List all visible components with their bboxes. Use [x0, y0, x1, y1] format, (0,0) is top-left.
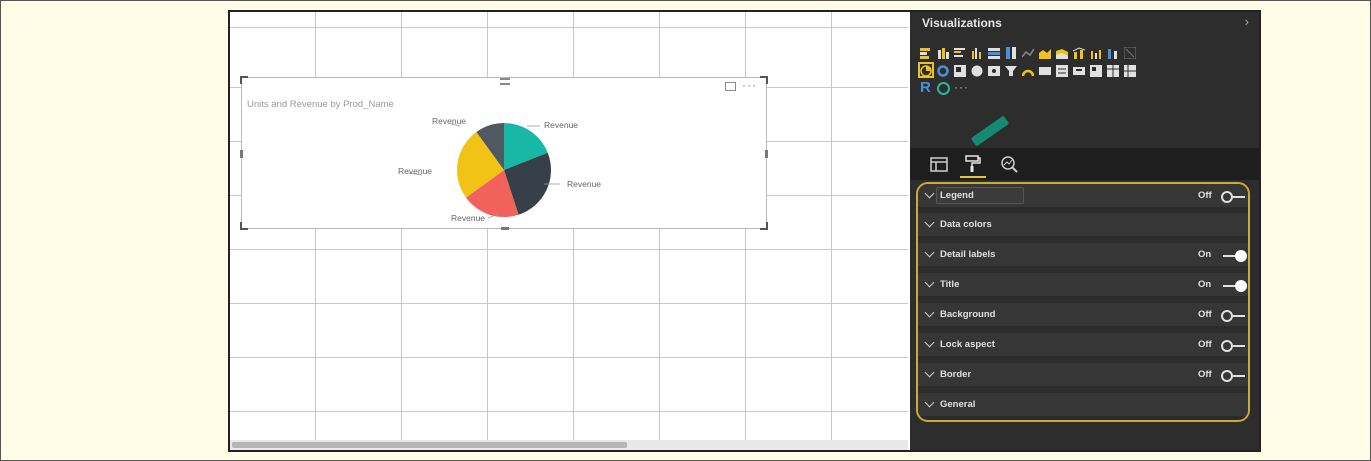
map-icon[interactable] [971, 64, 983, 77]
prop-state: On [1198, 279, 1212, 290]
more-visuals-icon[interactable]: ··· [954, 80, 969, 94]
pen-decoration-icon [970, 115, 1010, 147]
chevron-down-icon[interactable] [924, 307, 935, 318]
chevron-down-icon[interactable] [924, 337, 935, 348]
100-bar-chart-icon[interactable] [988, 46, 1000, 59]
stacked-bar-chart-icon[interactable] [920, 46, 932, 59]
prop-label: Title [940, 279, 960, 290]
prop-border[interactable]: Border Off [918, 363, 1248, 389]
fields-icon [930, 157, 948, 172]
pie-chart: Revenue Revenue Revenue Revenue Revenue [398, 116, 601, 223]
prop-title[interactable]: Title On [918, 273, 1248, 299]
prop-label: Data colors [940, 219, 992, 230]
pie-label: Revenue [432, 116, 466, 126]
magnifier-chart-icon [1001, 156, 1018, 173]
horizontal-scrollbar[interactable] [230, 440, 908, 450]
funnel-icon[interactable] [1005, 64, 1017, 76]
clustered-bar-chart-icon[interactable] [954, 46, 966, 58]
100-column-chart-icon[interactable] [1005, 46, 1017, 59]
prop-label: Border [940, 369, 972, 380]
prop-state: Off [1198, 309, 1212, 320]
pie-chart-visual[interactable]: Units and Revenue by Prod_Name ··· Reven… [240, 76, 768, 230]
prop-data-colors[interactable]: Data colors [918, 213, 1248, 239]
kpi-icon[interactable] [1073, 64, 1085, 76]
prop-state: Off [1198, 190, 1212, 201]
prop-label: General [940, 399, 976, 410]
chevron-down-icon[interactable] [924, 247, 935, 258]
prop-state: Off [1198, 369, 1212, 380]
prop-label: Background [940, 309, 996, 320]
pie-label: Revenue [451, 213, 485, 223]
powerbi-app: Units and Revenue by Prod_Name ··· Reven… [228, 10, 1261, 452]
stacked-area-chart-icon[interactable] [1056, 46, 1068, 59]
area-chart-icon[interactable] [1039, 46, 1051, 59]
line-chart-icon[interactable] [1021, 46, 1035, 58]
prop-label: Lock aspect [940, 339, 995, 350]
pane-title: Visualizations [922, 16, 1002, 30]
r-script-visual-icon[interactable]: R [920, 79, 931, 96]
format-properties-list: Legend Off Data colors Detail labels On … [916, 182, 1250, 422]
prop-state: On [1198, 249, 1212, 260]
pie-label: Revenue [544, 120, 578, 130]
prop-background[interactable]: Background Off [918, 303, 1248, 329]
prop-detail-labels[interactable]: Detail labels On [918, 243, 1248, 269]
arcgis-map-icon[interactable] [937, 82, 950, 95]
chevron-down-icon[interactable] [924, 188, 935, 199]
report-canvas[interactable]: Units and Revenue by Prod_Name ··· Reven… [230, 12, 908, 450]
pie-label: Revenue [567, 179, 601, 189]
tab-analytics[interactable] [996, 152, 1022, 178]
prop-label: Legend [940, 190, 974, 201]
tab-format[interactable] [960, 152, 986, 178]
card-icon[interactable] [1039, 64, 1051, 76]
prop-label: Detail labels [940, 249, 996, 260]
prop-state: Off [1198, 339, 1212, 350]
chevron-down-icon[interactable] [924, 277, 935, 288]
title-toggle[interactable] [1221, 279, 1248, 292]
matrix-icon[interactable] [1124, 64, 1136, 77]
visualizations-pane: Visualizations › R ··· Legend Off Data c… [910, 12, 1259, 450]
collapse-pane-icon[interactable]: › [1245, 14, 1249, 29]
waterfall-chart-icon[interactable] [1123, 46, 1137, 60]
line-column-chart-icon[interactable] [1072, 46, 1086, 59]
legend-toggle[interactable] [1221, 190, 1248, 203]
multi-row-card-icon[interactable] [1056, 64, 1068, 77]
treemap-icon[interactable] [954, 64, 966, 77]
pie-label: Revenue [398, 166, 432, 176]
prop-legend[interactable]: Legend Off [918, 184, 1248, 210]
prop-lock-aspect[interactable]: Lock aspect Off [918, 333, 1248, 359]
table-icon[interactable] [1107, 64, 1119, 77]
chevron-down-icon[interactable] [924, 397, 935, 408]
border-toggle[interactable] [1221, 369, 1248, 382]
detail-labels-toggle[interactable] [1221, 249, 1248, 262]
line-clustered-column-chart-icon[interactable] [1090, 46, 1102, 59]
ribbon-chart-icon[interactable] [1107, 46, 1119, 59]
pie-chart-icon[interactable] [918, 62, 934, 78]
chevron-down-icon[interactable] [924, 367, 935, 378]
slicer-icon[interactable] [1090, 64, 1102, 77]
scrollbar-thumb[interactable] [232, 442, 627, 448]
stacked-column-chart-icon[interactable] [937, 46, 949, 59]
paint-roller-icon [965, 155, 981, 172]
chevron-down-icon[interactable] [924, 217, 935, 228]
donut-chart-icon[interactable] [937, 64, 949, 77]
gauge-icon[interactable] [1021, 64, 1035, 77]
prop-general[interactable]: General [918, 393, 1248, 419]
lock-aspect-toggle[interactable] [1221, 339, 1248, 352]
pane-tabs [910, 148, 1259, 180]
clustered-column-chart-icon[interactable] [971, 46, 983, 59]
background-toggle[interactable] [1221, 309, 1248, 322]
tab-fields[interactable] [926, 152, 952, 178]
filled-map-icon[interactable] [988, 64, 1000, 76]
